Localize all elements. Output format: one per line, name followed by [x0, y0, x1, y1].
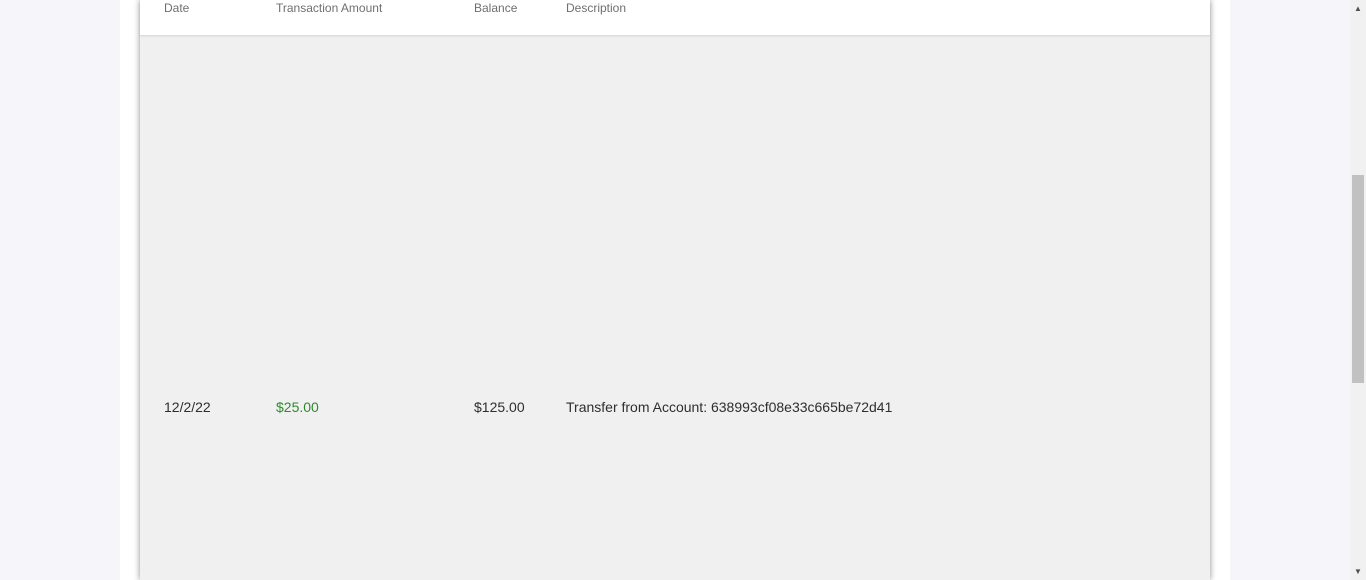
- transactions-card: Date Transaction Amount Balance Descript…: [140, 0, 1210, 580]
- table-header: Date Transaction Amount Balance Descript…: [140, 0, 1210, 36]
- table-row[interactable]: 12/2/22 $25.00 $125.00 Transfer from Acc…: [140, 396, 1210, 420]
- column-header-transaction-amount[interactable]: Transaction Amount: [276, 1, 382, 15]
- column-header-balance[interactable]: Balance: [474, 1, 517, 15]
- column-header-date[interactable]: Date: [164, 1, 189, 15]
- cell-description: Transfer from Account: 638993cf08e33c665…: [566, 399, 893, 415]
- triangle-down-icon[interactable]: ▼: [1350, 563, 1366, 580]
- triangle-up-icon[interactable]: ▲: [1350, 0, 1366, 17]
- cell-date: 12/2/22: [164, 399, 211, 415]
- scrollbar-thumb[interactable]: [1352, 175, 1364, 383]
- vertical-scrollbar[interactable]: ▲ ▼: [1350, 0, 1366, 580]
- cell-transaction-amount: $25.00: [276, 399, 319, 415]
- column-header-description[interactable]: Description: [566, 1, 626, 15]
- cell-balance: $125.00: [474, 399, 525, 415]
